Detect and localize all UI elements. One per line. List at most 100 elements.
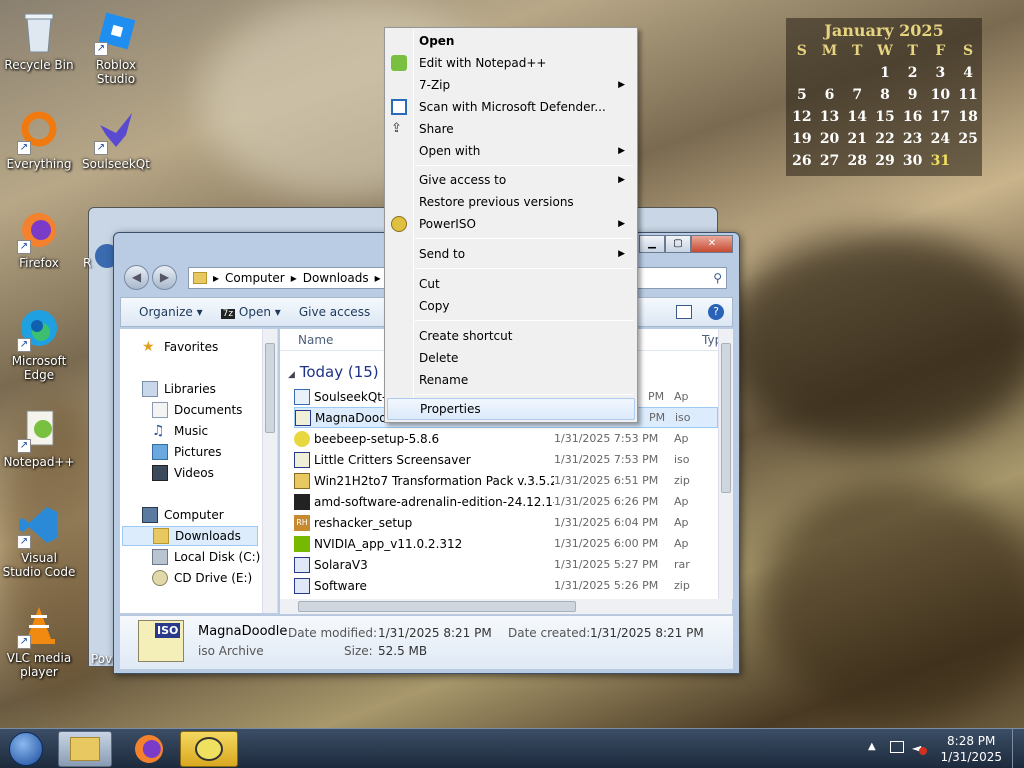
start-button[interactable] bbox=[4, 731, 48, 767]
nav-local-disk[interactable]: Local Disk (C:) bbox=[152, 547, 260, 567]
menu-item-give-access-to[interactable]: Give access to ▶ bbox=[387, 169, 635, 191]
file-row[interactable]: Software 1/31/2025 5:26 PM zip bbox=[294, 575, 718, 596]
desktop-icon-microsoft-edge[interactable]: ↗ Microsoft Edge bbox=[1, 304, 77, 382]
calendar-day: 11 bbox=[958, 87, 978, 103]
organize-button[interactable]: Organize ▾ bbox=[139, 305, 203, 319]
nav-downloads[interactable]: Downloads bbox=[122, 526, 258, 546]
nav-videos[interactable]: Videos bbox=[152, 463, 214, 483]
show-desktop-button[interactable] bbox=[1012, 729, 1024, 768]
preview-pane-icon[interactable] bbox=[676, 305, 692, 319]
details-pane: ISO MagnaDoodle iso Archive Date modifie… bbox=[120, 615, 733, 669]
menu-item-restore-previous-versions[interactable]: Restore previous versions bbox=[387, 191, 635, 213]
file-name: Software bbox=[314, 578, 367, 593]
taskbar-beebeep-button[interactable] bbox=[180, 731, 238, 767]
help-icon[interactable]: ? bbox=[708, 304, 724, 320]
nav-pane-scrollbar[interactable] bbox=[262, 329, 277, 613]
nav-documents[interactable]: Documents bbox=[152, 400, 242, 420]
open-button[interactable]: 7z Open ▾ bbox=[220, 305, 281, 319]
iso-icon-text: ISO bbox=[155, 623, 181, 638]
nav-pictures[interactable]: Pictures bbox=[152, 442, 222, 462]
menu-item-cut[interactable]: Cut bbox=[387, 273, 635, 295]
column-header-name[interactable]: Name bbox=[298, 333, 333, 347]
file-row[interactable]: RH reshacker_setup 1/31/2025 6:04 PM Ap bbox=[294, 512, 718, 533]
group-header[interactable]: ◢ Today (15) bbox=[288, 363, 379, 381]
menu-item-7zip[interactable]: 7-Zip ▶ bbox=[387, 74, 635, 96]
file-type: Ap bbox=[674, 390, 689, 403]
file-name: beebeep-setup-5.8.6 bbox=[314, 431, 440, 446]
desktop-icon-visual-studio-code[interactable]: ↗ Visual Studio Code bbox=[1, 501, 77, 579]
file-list-scrollbar[interactable] bbox=[718, 329, 733, 599]
menu-item-open[interactable]: Open bbox=[387, 30, 635, 52]
nav-libraries[interactable]: Libraries bbox=[142, 379, 216, 399]
desktop-icon-everything[interactable]: ↗ Everything bbox=[1, 107, 77, 171]
menu-item-delete[interactable]: Delete bbox=[387, 347, 635, 369]
wallpaper-shadow bbox=[720, 230, 1024, 450]
nav-music[interactable]: ♫ Music bbox=[152, 421, 208, 441]
downloads-folder-icon bbox=[153, 528, 169, 544]
menu-item-poweriso[interactable]: PowerISO ▶ bbox=[387, 213, 635, 235]
file-row[interactable]: amd-software-adrenalin-edition-24.12.1-.… bbox=[294, 491, 718, 512]
taskbar-explorer-button[interactable] bbox=[58, 731, 112, 767]
scrollbar-thumb[interactable] bbox=[265, 343, 275, 433]
forward-button[interactable]: ▶ bbox=[152, 265, 177, 290]
calendar-weekday: W bbox=[877, 43, 893, 59]
desktop-icon-vlc[interactable]: ↗ VLC media player bbox=[1, 601, 77, 679]
taskbar: ▲ ◄ 8:28 PM 1/31/2025 bbox=[0, 728, 1024, 768]
action-center-flag-icon[interactable] bbox=[890, 741, 904, 753]
breadcrumb-computer[interactable]: Computer bbox=[225, 271, 285, 285]
minimize-button[interactable]: ▁ bbox=[639, 235, 665, 253]
file-row[interactable]: NVIDIA_app_v11.0.2.312 1/31/2025 6:00 PM… bbox=[294, 533, 718, 554]
menu-item-label: Scan with Microsoft Defender... bbox=[419, 100, 606, 114]
calendar-day bbox=[788, 62, 816, 84]
menu-item-edit-with-notepad-plus-plus[interactable]: Edit with Notepad++ bbox=[387, 52, 635, 74]
search-icon[interactable]: ⚲ bbox=[713, 271, 722, 285]
menu-item-share[interactable]: ⇪ Share bbox=[387, 118, 635, 140]
calendar-day: 25 bbox=[958, 131, 978, 147]
file-row[interactable]: Little Critters Screensaver 1/31/2025 7:… bbox=[294, 449, 718, 470]
menu-item-open-with[interactable]: Open with ▶ bbox=[387, 140, 635, 162]
desktop-icon-notepad-plus-plus[interactable]: ↗ Notepad++ bbox=[1, 405, 77, 469]
file-type: Ap bbox=[674, 537, 689, 550]
show-hidden-icons-arrow-icon[interactable]: ▲ bbox=[868, 741, 876, 752]
menu-item-label: Create shortcut bbox=[419, 329, 513, 343]
breadcrumb-downloads[interactable]: Downloads bbox=[303, 271, 369, 285]
nav-computer[interactable]: Computer bbox=[142, 505, 224, 525]
dropdown-arrow-icon: ▾ bbox=[196, 305, 203, 319]
taskbar-firefox-button[interactable] bbox=[122, 731, 176, 767]
nav-label: Local Disk (C:) bbox=[174, 550, 261, 564]
desktop-icon-recycle-bin[interactable]: Recycle Bin bbox=[1, 8, 77, 72]
back-button[interactable]: ◀ bbox=[124, 265, 149, 290]
desktop-icon-roblox-studio[interactable]: ↗ Roblox Studio bbox=[78, 8, 154, 86]
scrollbar-thumb[interactable] bbox=[298, 601, 576, 612]
desktop-icon-soulseekqt[interactable]: ↗ SoulseekQt bbox=[78, 107, 154, 171]
file-date: 1/31/2025 6:00 PM bbox=[554, 537, 659, 550]
file-list-horizontal-scrollbar[interactable] bbox=[280, 599, 732, 614]
menu-item-copy[interactable]: Copy bbox=[387, 295, 635, 317]
partial-label: R bbox=[83, 256, 92, 270]
file-row[interactable]: beebeep-setup-5.8.6 1/31/2025 7:53 PM Ap bbox=[294, 428, 718, 449]
menu-item-label: Copy bbox=[419, 299, 450, 313]
menu-item-create-shortcut[interactable]: Create shortcut bbox=[387, 325, 635, 347]
file-row[interactable]: Win21H2to7 Transformation Pack v.3.5.2 1… bbox=[294, 470, 718, 491]
menu-item-properties[interactable]: Properties bbox=[387, 398, 635, 420]
calendar-gadget[interactable]: January 2025 S M T W T F S 1 2 3 4 5 6 7… bbox=[786, 18, 982, 176]
file-row[interactable]: SolaraV3 1/31/2025 5:27 PM rar bbox=[294, 554, 718, 575]
open-label: Open bbox=[238, 305, 271, 319]
scrollbar-thumb[interactable] bbox=[721, 343, 731, 493]
menu-item-send-to[interactable]: Send to ▶ bbox=[387, 243, 635, 265]
maximize-button[interactable]: ▢ bbox=[665, 235, 691, 253]
menu-item-scan-defender[interactable]: Scan with Microsoft Defender... bbox=[387, 96, 635, 118]
menu-item-rename[interactable]: Rename bbox=[387, 369, 635, 391]
calendar-day: 19 bbox=[792, 131, 812, 147]
desktop-icon-firefox[interactable]: ↗ Firefox bbox=[1, 206, 77, 270]
give-access-button[interactable]: Give access bbox=[299, 305, 370, 319]
close-button[interactable]: ✕ bbox=[691, 235, 733, 253]
clock[interactable]: 8:28 PM 1/31/2025 bbox=[940, 733, 1002, 765]
reshacker-icon: RH bbox=[294, 514, 310, 531]
shortcut-arrow-icon: ↗ bbox=[17, 535, 31, 549]
nav-favorites[interactable]: ★ Favorites bbox=[142, 337, 218, 357]
nav-label: Downloads bbox=[175, 529, 241, 543]
nav-cd-drive[interactable]: CD Drive (E:) bbox=[152, 568, 252, 588]
firefox-icon: ↗ bbox=[15, 206, 63, 254]
volume-muted-icon[interactable]: ◄ bbox=[912, 741, 927, 755]
